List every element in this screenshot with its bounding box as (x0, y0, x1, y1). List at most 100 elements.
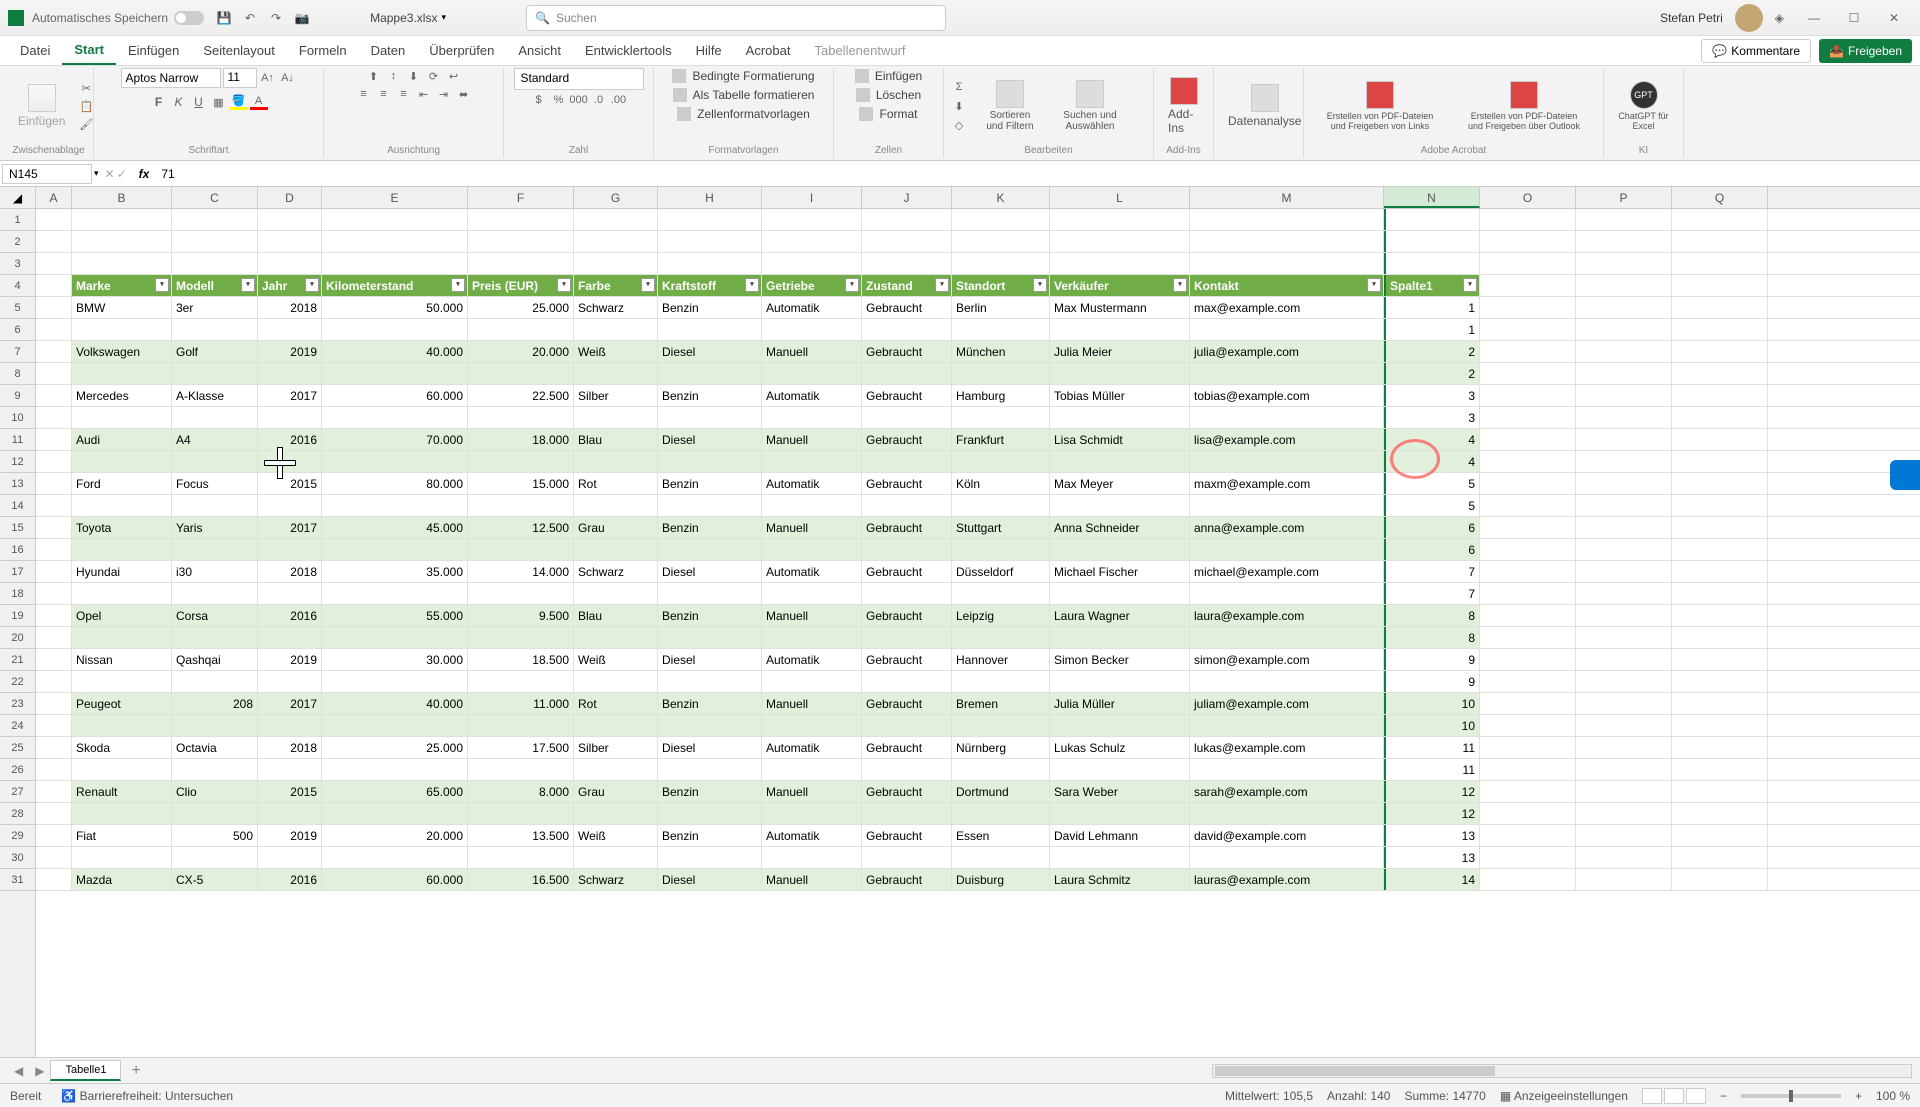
cell[interactable]: Hannover (952, 649, 1050, 670)
cell[interactable] (468, 495, 574, 516)
cell[interactable] (36, 847, 72, 868)
cell[interactable] (468, 319, 574, 340)
col-header-F[interactable]: F (468, 187, 574, 208)
cell[interactable] (1480, 363, 1576, 384)
cell[interactable] (1672, 341, 1768, 362)
cell[interactable] (172, 407, 258, 428)
cell[interactable] (762, 539, 862, 560)
cell[interactable] (468, 209, 574, 230)
cell[interactable] (36, 231, 72, 252)
cell[interactable]: Corsa (172, 605, 258, 626)
cell[interactable] (1480, 517, 1576, 538)
cell[interactable] (574, 583, 658, 604)
cell[interactable] (762, 759, 862, 780)
cell[interactable]: Essen (952, 825, 1050, 846)
cell[interactable]: 60.000 (322, 869, 468, 890)
cell[interactable]: david@example.com (1190, 825, 1384, 846)
cell[interactable] (36, 363, 72, 384)
cell[interactable]: 2015 (258, 781, 322, 802)
tab-seitenlayout[interactable]: Seitenlayout (191, 37, 287, 64)
row-header-9[interactable]: 9 (0, 385, 35, 407)
cell[interactable] (1050, 539, 1190, 560)
cell[interactable] (172, 231, 258, 252)
cell[interactable] (172, 847, 258, 868)
cell[interactable]: 20.000 (468, 341, 574, 362)
cell[interactable]: 50.000 (322, 297, 468, 318)
cell-styles-button[interactable]: Zellenformatvorlagen (673, 106, 814, 122)
cell[interactable] (574, 671, 658, 692)
row-header-3[interactable]: 3 (0, 253, 35, 275)
col-header-A[interactable]: A (36, 187, 72, 208)
cell[interactable]: Manuell (762, 869, 862, 890)
tab-hilfe[interactable]: Hilfe (684, 37, 734, 64)
cell[interactable] (1050, 715, 1190, 736)
cell[interactable] (1576, 693, 1672, 714)
cell[interactable] (952, 539, 1050, 560)
cell[interactable]: Automatik (762, 297, 862, 318)
cell[interactable]: 11.000 (468, 693, 574, 714)
cell[interactable] (658, 803, 762, 824)
cell[interactable]: 12 (1384, 781, 1480, 802)
cell[interactable]: Dortmund (952, 781, 1050, 802)
cell[interactable]: 7 (1384, 583, 1480, 604)
cell[interactable]: 13 (1384, 847, 1480, 868)
cell[interactable] (72, 759, 172, 780)
cell[interactable]: 10 (1384, 715, 1480, 736)
cell[interactable]: A4 (172, 429, 258, 450)
cell[interactable]: Rot (574, 693, 658, 714)
tab-ansicht[interactable]: Ansicht (506, 37, 573, 64)
cell[interactable] (258, 759, 322, 780)
cell[interactable] (1480, 715, 1576, 736)
cell[interactable] (658, 759, 762, 780)
cell[interactable] (172, 759, 258, 780)
align-center-icon[interactable]: ≡ (375, 86, 393, 102)
cell[interactable]: Benzin (658, 473, 762, 494)
cell[interactable]: Nürnberg (952, 737, 1050, 758)
accept-formula-icon[interactable]: ✓ (117, 167, 127, 181)
undo-icon[interactable]: ↶ (242, 10, 258, 26)
cell[interactable] (1576, 869, 1672, 890)
col-header-Q[interactable]: Q (1672, 187, 1768, 208)
view-pagebreak-icon[interactable] (1686, 1088, 1706, 1104)
toggle-switch-icon[interactable] (174, 11, 204, 25)
cell[interactable] (1480, 407, 1576, 428)
filter-button[interactable]: ▾ (557, 278, 571, 292)
paste-button[interactable]: Einfügen (10, 80, 73, 132)
cell[interactable] (952, 451, 1050, 472)
cell[interactable] (72, 847, 172, 868)
cell[interactable] (468, 407, 574, 428)
cell[interactable]: CX-5 (172, 869, 258, 890)
cell[interactable] (36, 209, 72, 230)
cell[interactable] (952, 715, 1050, 736)
find-select-button[interactable]: Suchen und Auswählen (1052, 76, 1128, 136)
cell[interactable] (258, 363, 322, 384)
cell[interactable]: 55.000 (322, 605, 468, 626)
cell[interactable] (1050, 451, 1190, 472)
cell[interactable] (36, 825, 72, 846)
cell[interactable]: 30.000 (322, 649, 468, 670)
cell[interactable] (952, 319, 1050, 340)
bold-button[interactable]: F (150, 94, 168, 110)
row-header-18[interactable]: 18 (0, 583, 35, 605)
row-header-16[interactable]: 16 (0, 539, 35, 561)
cell[interactable]: 2019 (258, 649, 322, 670)
col-header-B[interactable]: B (72, 187, 172, 208)
cell[interactable] (72, 539, 172, 560)
cell[interactable]: Diesel (658, 429, 762, 450)
cell[interactable]: Blau (574, 429, 658, 450)
cell[interactable] (1480, 495, 1576, 516)
cell[interactable]: Tobias Müller (1050, 385, 1190, 406)
cell[interactable] (172, 451, 258, 472)
cell[interactable]: Laura Schmitz (1050, 869, 1190, 890)
filter-button[interactable]: ▾ (1173, 278, 1187, 292)
cell[interactable] (1672, 693, 1768, 714)
cell[interactable]: Hamburg (952, 385, 1050, 406)
row-header-30[interactable]: 30 (0, 847, 35, 869)
cell[interactable]: Silber (574, 385, 658, 406)
data-analysis-button[interactable]: Datenanalyse (1220, 80, 1309, 132)
cell[interactable] (952, 407, 1050, 428)
cell[interactable] (952, 253, 1050, 274)
cell[interactable] (1576, 231, 1672, 252)
cell[interactable]: Volkswagen (72, 341, 172, 362)
cell[interactable] (1480, 473, 1576, 494)
